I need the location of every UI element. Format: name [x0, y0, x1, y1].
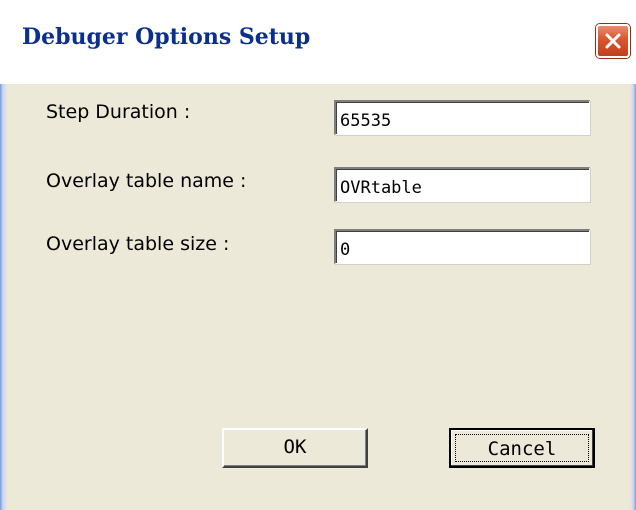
- step-duration-input[interactable]: [334, 100, 590, 135]
- dialog-window: Debuger Options Setup Step Duration : Ov…: [0, 0, 636, 510]
- overlay-table-size-input[interactable]: [334, 229, 590, 264]
- cancel-button-label: Cancel: [487, 438, 557, 460]
- window-left-border: [0, 84, 7, 510]
- cancel-button[interactable]: Cancel: [449, 428, 595, 468]
- overlay-table-name-input[interactable]: [334, 167, 590, 202]
- step-duration-label: Step Duration :: [46, 101, 191, 123]
- ok-button-label: OK: [283, 436, 307, 458]
- window-right-border: [630, 84, 636, 510]
- overlay-table-name-label: Overlay table name :: [46, 170, 247, 192]
- ok-button[interactable]: OK: [222, 428, 368, 468]
- window-title: Debuger Options Setup: [22, 24, 311, 50]
- focus-rectangle: Cancel: [455, 434, 589, 462]
- title-bar[interactable]: Debuger Options Setup: [0, 0, 636, 84]
- overlay-table-size-label: Overlay table size :: [46, 233, 230, 255]
- close-button[interactable]: [596, 24, 630, 58]
